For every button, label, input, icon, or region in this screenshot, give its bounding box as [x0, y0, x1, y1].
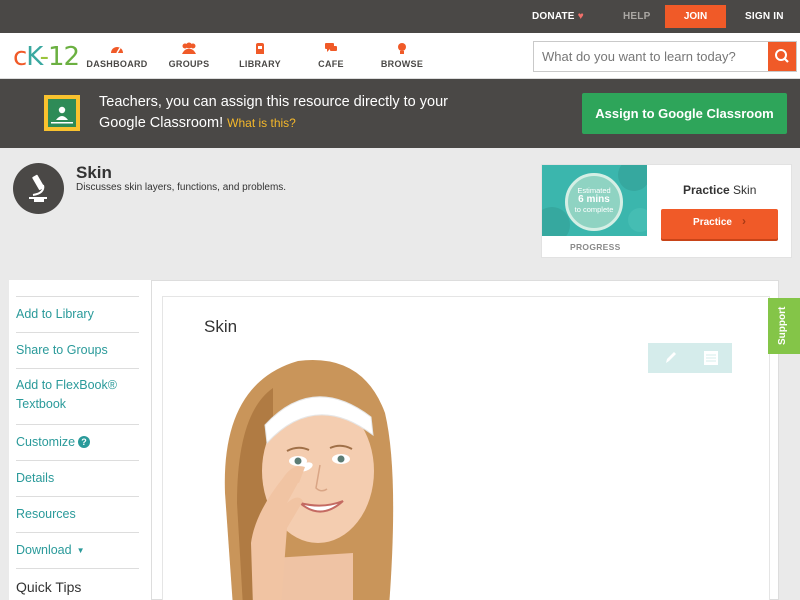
concept-title: Skin [76, 163, 112, 182]
quick-tips-heading: Quick Tips [16, 568, 139, 600]
sidebar-item-download[interactable]: Download ▼ [16, 532, 139, 568]
sidebar-item-resources[interactable]: Resources [16, 496, 139, 532]
practice-card: Estimated 6 mins to complete PROGRESS Pr… [541, 164, 792, 258]
caret-down-icon: ▼ [76, 546, 85, 555]
join-button[interactable]: JOIN [665, 5, 726, 28]
sidebar-item-share-to-groups[interactable]: Share to Groups [16, 332, 139, 368]
nav-label: DASHBOARD [86, 59, 148, 69]
practice-banner-image: Estimated 6 mins to complete [542, 165, 647, 236]
donate-label: DONATE [532, 11, 575, 22]
concept-description: Discusses skin layers, functions, and pr… [76, 182, 287, 193]
dashboard-icon [82, 42, 152, 56]
quick-tips-label: Quick Tips [16, 579, 82, 595]
content-title: Skin [204, 317, 238, 336]
nav-label: GROUPS [168, 59, 210, 69]
chevron-right-icon: › [741, 214, 746, 228]
library-icon [225, 42, 295, 56]
nav-browse[interactable]: BROWSE [367, 42, 437, 69]
sidebar: Add to Library Share to Groups Add to Fl… [9, 280, 151, 600]
content-card: Skin [162, 296, 770, 600]
search-button[interactable] [768, 42, 796, 71]
google-classroom-logo-icon [44, 95, 80, 131]
nav-label: LIBRARY [239, 59, 281, 69]
sidebar-item-add-to-flexbook[interactable]: Add to FlexBook® Textbook [16, 368, 139, 424]
logo-12: 12 [48, 42, 80, 72]
what-is-this-link[interactable]: What is this? [227, 116, 296, 130]
sidebar-item-label: Share to Groups [16, 343, 108, 357]
estimated-time-badge: Estimated 6 mins to complete [565, 173, 623, 231]
progress-label: PROGRESS [570, 242, 621, 252]
nav-label: BROWSE [380, 59, 424, 69]
logo-k: K [26, 42, 40, 72]
donate-link[interactable]: DONATE ♥ [532, 11, 584, 22]
sidebar-item-details[interactable]: Details [16, 460, 139, 496]
sidebar-item-label: Resources [16, 507, 76, 521]
content-tools [648, 343, 732, 373]
browse-icon [367, 42, 437, 56]
practice-title: Practice Skin [683, 183, 756, 197]
practice-title-topic: Skin [729, 183, 757, 197]
support-label: Support [777, 306, 788, 345]
assign-google-classroom-button[interactable]: Assign to Google Classroom [582, 93, 787, 134]
classroom-message: Teachers, you can assign this resource d… [99, 92, 449, 134]
search-input[interactable] [534, 42, 769, 71]
annotate-pencil-icon[interactable] [648, 343, 690, 373]
ck12-logo[interactable]: cK-12 [13, 42, 80, 72]
main-nav: cK-12 DASHBOARD GROUPS LIBRARY CAFE BROW… [0, 33, 800, 79]
practice-title-bold: Practice [683, 183, 730, 197]
sidebar-item-label: Add to FlexBook® Textbook [16, 378, 117, 411]
sidebar-item-label: Download [16, 543, 72, 557]
sidebar-item-label: Customize [16, 435, 76, 449]
nav-label: CAFE [318, 59, 344, 69]
top-bar: DONATE ♥ HELP JOIN SIGN IN [0, 0, 800, 33]
sidebar-item-label: Add to Library [16, 307, 94, 321]
heart-icon: ♥ [577, 11, 584, 22]
estimate-mins: 6 mins [578, 194, 610, 205]
practice-button-label: Practice [693, 217, 732, 228]
estimate-line3: to complete [574, 205, 614, 214]
cafe-icon [296, 42, 366, 56]
microscope-icon [13, 163, 64, 214]
sidebar-item-add-to-library[interactable]: Add to Library [16, 296, 139, 332]
nav-dashboard[interactable]: DASHBOARD [82, 42, 152, 69]
notes-icon[interactable] [690, 343, 732, 373]
main-content: Skin [151, 280, 779, 600]
search-box [533, 41, 797, 72]
nav-groups[interactable]: GROUPS [154, 42, 224, 69]
practice-button[interactable]: Practice › [661, 209, 778, 239]
sidebar-item-customize[interactable]: Customize? [16, 424, 139, 460]
sidebar-item-label: Details [16, 471, 55, 485]
sign-in-link[interactable]: SIGN IN [745, 11, 784, 22]
nav-cafe[interactable]: CAFE [296, 42, 366, 69]
groups-icon [154, 42, 224, 56]
logo-c: c [13, 42, 27, 72]
search-icon [775, 49, 789, 63]
nav-library[interactable]: LIBRARY [225, 42, 295, 69]
help-question-icon[interactable]: ? [78, 436, 91, 448]
support-tab[interactable]: Support [768, 298, 800, 354]
skin-care-photo [203, 343, 399, 600]
help-link[interactable]: HELP [623, 11, 650, 22]
logo-dash: - [39, 42, 49, 72]
